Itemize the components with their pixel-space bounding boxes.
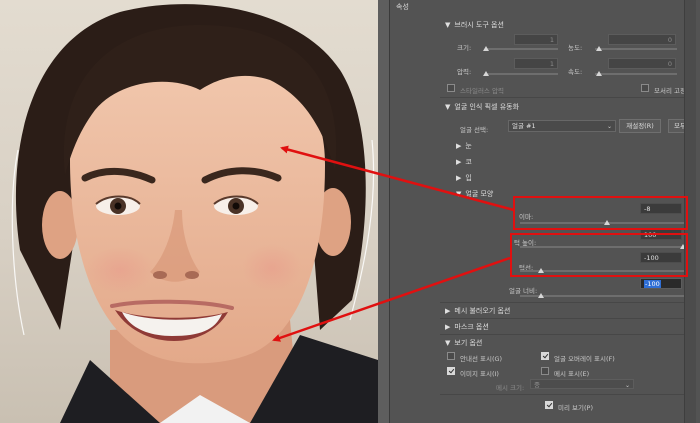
size-field[interactable]: 1	[514, 34, 558, 45]
brush-options-header[interactable]: ▼ 브러시 도구 옵션	[445, 20, 504, 30]
eyes-group-header[interactable]: ▶ 눈	[456, 141, 472, 151]
show-guides-label: 안내선 표시(G)	[460, 355, 503, 363]
show-image-checkbox[interactable]	[447, 367, 455, 375]
show-face-overlay-checkbox[interactable]	[541, 352, 549, 360]
density-field[interactable]: 0	[608, 34, 676, 45]
stylus-pressure-label: 스타일러스 압력	[460, 87, 504, 95]
preview-label: 미리 보기(P)	[558, 404, 593, 412]
stylus-pressure-checkbox[interactable]	[447, 84, 455, 92]
view-options-title: 보기 옵션	[454, 339, 483, 347]
face-select-value: 얼굴 #1	[512, 122, 536, 130]
expand-triangle-icon: ▶	[445, 323, 451, 331]
mesh-load-header[interactable]: ▶ 메시 불러오기 옵션	[445, 306, 510, 316]
portrait-photo	[0, 0, 378, 423]
pin-edges-label: 모서리 고정	[654, 87, 686, 95]
show-face-overlay-label: 얼굴 오버레이 표시(F)	[554, 355, 615, 363]
expand-triangle-icon: ▶	[456, 174, 462, 182]
preview-checkbox[interactable]	[545, 401, 553, 409]
mesh-size-label: 메시 크기:	[496, 384, 525, 392]
mesh-size-value: 중	[534, 381, 540, 389]
show-mesh-checkbox[interactable]	[541, 367, 549, 375]
face-liquify-header[interactable]: ▼ 얼굴 인식 픽셀 유동화	[445, 102, 519, 112]
face-shape-label: 얼굴 모양	[465, 190, 494, 198]
pressure-slider[interactable]	[485, 73, 558, 75]
pressure-field[interactable]: 1	[514, 58, 558, 69]
density-slider-thumb[interactable]	[596, 46, 602, 51]
expand-triangle-icon: ▶	[445, 307, 451, 315]
reset-button[interactable]: 재설정(R)	[619, 119, 661, 133]
face-select-dropdown[interactable]: 얼굴 #1 ⌄	[508, 120, 616, 132]
face-width-label: 얼굴 너비:	[509, 287, 538, 295]
density-slider[interactable]	[595, 48, 677, 50]
section-divider	[440, 334, 690, 335]
face-shape-group-header[interactable]: ▼ 얼굴 모양	[456, 189, 493, 199]
pressure-label: 압력:	[457, 68, 472, 76]
dropdown-caret-icon: ⌄	[624, 382, 630, 389]
panel-title: 속성	[396, 3, 409, 11]
select-face-label: 얼굴 선택:	[460, 126, 489, 134]
expand-triangle-icon: ▶	[456, 158, 462, 166]
pressure-slider-thumb[interactable]	[483, 71, 489, 76]
section-divider	[440, 394, 690, 395]
rate-label: 속도:	[568, 68, 583, 76]
mesh-size-dropdown[interactable]: 중 ⌄	[530, 379, 634, 389]
size-slider[interactable]	[485, 48, 558, 50]
mask-options-title: 마스크 옵션	[454, 323, 489, 331]
rate-field[interactable]: 0	[608, 58, 676, 69]
rate-slider[interactable]	[595, 73, 677, 75]
size-label: 크기:	[457, 44, 472, 52]
face-width-slider-thumb[interactable]	[538, 293, 544, 298]
rate-slider-thumb[interactable]	[596, 71, 602, 76]
pin-edges-checkbox[interactable]	[641, 84, 649, 92]
collapse-triangle-icon: ▼	[456, 190, 462, 198]
show-image-label: 이미지 표시(I)	[460, 370, 499, 378]
dropdown-caret-icon: ⌄	[606, 123, 612, 130]
mesh-load-title: 메시 불러오기 옵션	[454, 307, 511, 315]
nose-group-header[interactable]: ▶ 코	[456, 157, 472, 167]
canvas-area[interactable]	[0, 0, 389, 423]
collapse-triangle-icon: ▼	[445, 339, 451, 347]
size-slider-thumb[interactable]	[483, 46, 489, 51]
face-liquify-title: 얼굴 인식 픽셀 유동화	[454, 103, 520, 111]
density-label: 농도:	[568, 44, 583, 52]
mouth-group-header[interactable]: ▶ 입	[456, 173, 472, 183]
section-divider	[440, 302, 690, 303]
portrait-illustration	[11, 4, 378, 423]
face-width-value: -100	[644, 280, 661, 288]
view-options-header[interactable]: ▼ 보기 옵션	[445, 338, 482, 348]
section-divider	[440, 97, 690, 98]
show-mesh-label: 메시 표시(E)	[554, 370, 590, 378]
brush-options-title: 브러시 도구 옵션	[454, 21, 504, 29]
face-width-field[interactable]: -100	[640, 278, 682, 289]
mouth-label: 입	[465, 174, 472, 182]
nose-label: 코	[465, 158, 472, 166]
mask-options-header[interactable]: ▶ 마스크 옵션	[445, 322, 489, 332]
expand-triangle-icon: ▶	[456, 142, 462, 150]
show-guides-checkbox[interactable]	[447, 352, 455, 360]
jawline-highlight-box	[510, 233, 688, 277]
section-divider	[440, 318, 690, 319]
collapse-triangle-icon: ▼	[445, 21, 451, 29]
collapse-triangle-icon: ▼	[445, 103, 451, 111]
forehead-highlight-box	[513, 196, 688, 230]
face-width-slider[interactable]	[520, 295, 685, 297]
eyes-label: 눈	[465, 142, 472, 150]
